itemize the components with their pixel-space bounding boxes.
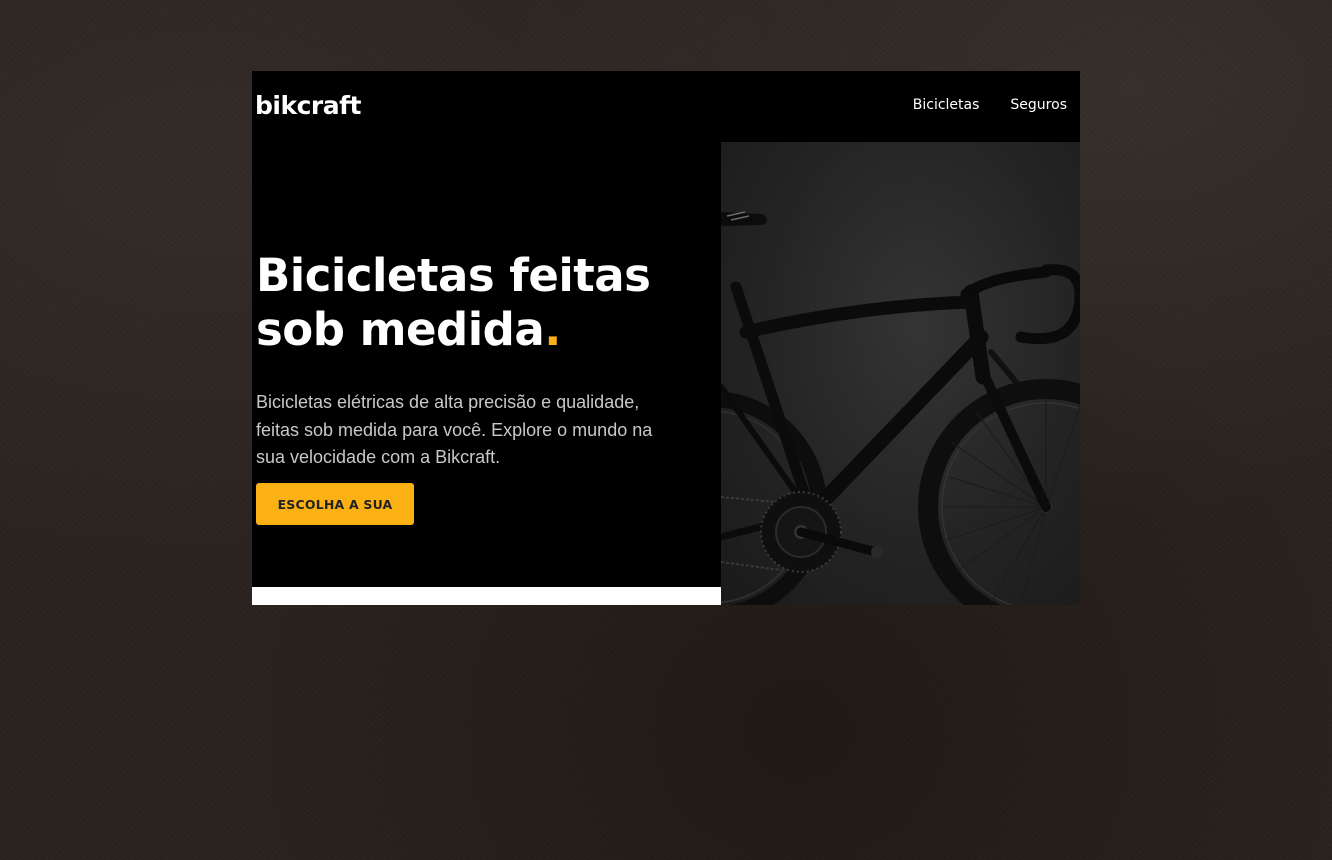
nav-link-seguros[interactable]: Seguros [1010, 95, 1067, 115]
main-nav: Bicicletas Seguros [913, 95, 1067, 115]
hero-title-dot: . [544, 303, 561, 356]
logo[interactable]: bikcraft [255, 90, 361, 122]
hero-text: Bicicletas feitas sob medida. Bicicletas… [256, 249, 716, 472]
site-header: bikcraft Bicicletas Seguros [252, 71, 1080, 142]
bicycle-illustration [721, 211, 1080, 605]
hero-description: Bicicletas elétricas de alta precisão e … [256, 392, 653, 467]
site-frame: bikcraft Bicicletas Seguros Bicicletas f… [252, 71, 1080, 605]
hero-title: Bicicletas feitas sob medida. [256, 249, 716, 357]
hero-bottom-strip [252, 587, 721, 605]
hero-bike-image [721, 142, 1080, 605]
hero-title-text: Bicicletas feitas sob medida [256, 249, 651, 356]
choose-yours-button[interactable]: ESCOLHA A SUA [256, 483, 414, 525]
nav-link-bicicletas[interactable]: Bicicletas [913, 95, 980, 115]
